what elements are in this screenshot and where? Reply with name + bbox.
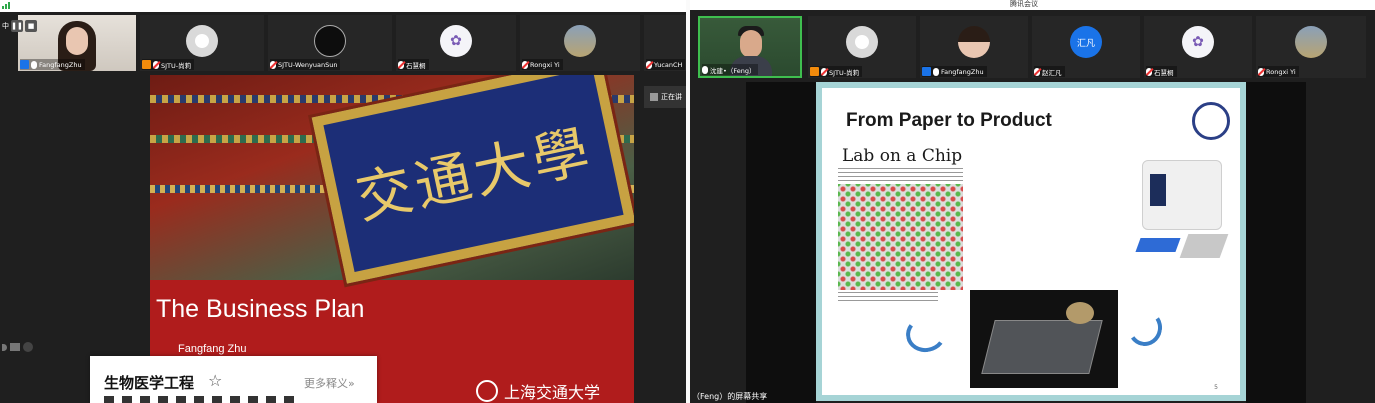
- university-seal-icon: [1192, 102, 1230, 140]
- avatar: [1295, 26, 1327, 58]
- participant-tile[interactable]: FangfangZhu: [920, 16, 1028, 78]
- mic-icon: [31, 60, 37, 69]
- screen-share-label: （Feng）的屏幕共享: [692, 392, 768, 401]
- avatar: ✿: [1182, 26, 1214, 58]
- participant-label: SJTU-WenyuanSun: [270, 59, 341, 70]
- participant-label: FangfangZhu: [20, 59, 85, 70]
- sharing-indicator[interactable]: 正在讲: [644, 86, 686, 108]
- screen-share-icon: [650, 93, 658, 101]
- cohost-icon: [142, 60, 151, 69]
- mic-muted-icon: [821, 67, 827, 76]
- mic-muted-icon: [1146, 67, 1152, 76]
- avatar: [958, 26, 990, 58]
- cohost-icon: [810, 67, 819, 76]
- collapse-icon[interactable]: [23, 342, 33, 352]
- participant-tile[interactable]: Rongxi Yi: [1256, 16, 1366, 78]
- participant-tile[interactable]: SJTU-尚莉: [808, 16, 916, 78]
- avatar: 汇凡: [1070, 26, 1102, 58]
- shared-slide: 交通大學 The Business Plan Fangfang Zhu 上海交通…: [150, 75, 634, 403]
- slide-title: The Business Plan: [156, 295, 365, 323]
- product-device-image: [1078, 156, 1233, 276]
- dictionary-term: 生物医学工程: [104, 374, 195, 392]
- shared-slide: From Paper to Product Lab on a Chip 5: [816, 82, 1246, 401]
- participant-label: 赵汇凡: [1034, 66, 1065, 77]
- paper-text-snippet: [838, 292, 938, 304]
- university-logo: 上海交通大学: [476, 379, 600, 403]
- participant-tile[interactable]: SJTU-尚莉: [140, 15, 264, 71]
- chip-photo: [970, 290, 1118, 388]
- participant-tile[interactable]: SJTU-WenyuanSun: [268, 15, 392, 71]
- participant-label: 沈建•（Feng）: [702, 64, 759, 75]
- avatar: [186, 25, 218, 57]
- mic-muted-icon: [1258, 67, 1264, 76]
- avatar: ✿: [440, 25, 472, 57]
- participant-tile[interactable]: ✿ 石慧桐: [396, 15, 516, 71]
- chat-icon[interactable]: [10, 343, 20, 351]
- mic-muted-icon: [522, 60, 528, 69]
- slide-subtitle: Lab on a Chip: [842, 146, 963, 166]
- side-controls: [2, 342, 33, 352]
- avatar: [314, 25, 346, 57]
- participant-label: YucanCH: [646, 59, 686, 70]
- avatar: [846, 26, 878, 58]
- paper-text-snippet: [838, 168, 963, 182]
- participant-tile[interactable]: Rongxi Yi: [520, 15, 640, 71]
- mic-muted-icon: [153, 60, 159, 69]
- truncated-definition: [104, 396, 294, 403]
- participant-tile[interactable]: YucanCH: [644, 15, 686, 71]
- more-definitions-link[interactable]: 更多释义»: [304, 375, 355, 391]
- slide-page-number: 5: [1214, 384, 1218, 391]
- dictionary-popup: 生物医学工程 ☆ 更多释义»: [90, 356, 377, 403]
- top-status-bar: [0, 0, 686, 12]
- status-text: 中: [2, 22, 9, 30]
- participant-label: 石慧桐: [398, 59, 429, 70]
- mic-muted-icon: [270, 60, 276, 69]
- mic-icon: [702, 65, 708, 74]
- stop-button[interactable]: ■: [25, 20, 37, 32]
- participant-label: SJTU-尚莉: [810, 66, 863, 77]
- participant-label: FangfangZhu: [922, 66, 987, 77]
- mic-muted-icon: [398, 60, 404, 69]
- host-icon: [20, 60, 29, 69]
- seal-icon: [476, 380, 498, 402]
- right-meeting-window: 腾讯会议 沈建•（Feng） SJTU-尚莉 FangfangZhu 汇凡 赵汇…: [690, 0, 1375, 403]
- window-title: 腾讯会议: [1010, 0, 1038, 8]
- recording-controls: 中 ❚❚ ■: [2, 20, 37, 32]
- participant-tile[interactable]: ✿ 石慧桐: [1144, 16, 1252, 78]
- mic-icon: [933, 67, 939, 76]
- participant-label: Rongxi Yi: [522, 59, 563, 70]
- favorite-star-icon[interactable]: ☆: [208, 371, 222, 390]
- gate-plaque: 交通大學: [308, 75, 634, 288]
- participant-label: 石慧桐: [1146, 66, 1177, 77]
- participant-label: Rongxi Yi: [1258, 66, 1299, 77]
- slide-title: From Paper to Product: [846, 110, 1052, 131]
- cycle-arrow-icon: [903, 312, 949, 356]
- mic-muted-icon: [1034, 67, 1040, 76]
- participant-label: SJTU-尚莉: [142, 59, 195, 70]
- participant-tile[interactable]: 汇凡 赵汇凡: [1032, 16, 1140, 78]
- avatar: [564, 25, 596, 57]
- microfluidic-array-image: [838, 184, 963, 290]
- host-icon: [922, 67, 931, 76]
- left-meeting-window: FangfangZhu 中 ❚❚ ■ SJTU-尚莉 SJTU-WenyuanS…: [0, 0, 686, 403]
- cycle-arrow-icon: [1125, 307, 1165, 349]
- signal-icon: [2, 2, 10, 9]
- slide-photo: 交通大學: [150, 75, 634, 288]
- mic-muted-icon: [646, 60, 652, 69]
- title-bar: 腾讯会议: [690, 0, 1375, 10]
- slide-author: Fangfang Zhu: [178, 343, 247, 355]
- participant-tile-active-speaker[interactable]: 沈建•（Feng）: [698, 16, 802, 78]
- expand-icon[interactable]: [2, 343, 7, 351]
- pause-button[interactable]: ❚❚: [11, 20, 23, 32]
